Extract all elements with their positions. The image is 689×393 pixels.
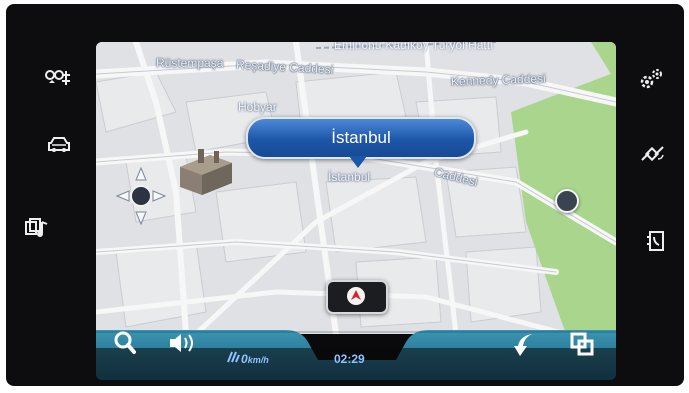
map-view[interactable]: Eminönü-Kadıköy Turyol Hattı Rüstempaşa … (96, 42, 616, 334)
phone-book-icon[interactable] (646, 230, 666, 252)
speed-value: 0 (241, 352, 248, 366)
satellite-icon[interactable] (640, 142, 666, 166)
media-music-icon[interactable] (24, 217, 50, 241)
compass-icon[interactable] (116, 167, 166, 225)
search-button[interactable] (114, 330, 136, 356)
search-icon (114, 331, 136, 354)
view-toggle-button[interactable] (570, 332, 594, 356)
current-position-marker (555, 189, 579, 213)
back-arrow-icon (514, 334, 532, 356)
clock: 02:29 (334, 352, 365, 366)
navigation-arrow-icon (347, 287, 365, 305)
gears-icon[interactable] (638, 68, 664, 92)
speed-unit: km/h (247, 355, 269, 365)
speaker-icon (170, 334, 193, 352)
speed-readout: 0km/h (241, 352, 269, 366)
volume-button[interactable] (168, 332, 198, 354)
poi-label-hobyar: Hobyar (238, 100, 277, 114)
back-button[interactable] (514, 332, 536, 358)
city-popup-tail (349, 156, 367, 168)
speed-indicator-icon (226, 350, 240, 364)
poi-label-istanbul: İstanbul (328, 170, 371, 184)
head-unit-bezel: Eminönü-Kadıköy Turyol Hattı Rüstempaşa … (6, 4, 684, 386)
city-popup[interactable]: İstanbul (246, 117, 476, 159)
recenter-button[interactable] (326, 280, 388, 314)
windows-icon (570, 332, 594, 356)
fan-settings-icon[interactable] (44, 68, 74, 90)
navigation-screen: Eminönü-Kadıköy Turyol Hattı Rüstempaşa … (96, 42, 616, 380)
street-label-rustempasa: Rüstempaşa (156, 56, 224, 70)
car-icon[interactable] (46, 135, 72, 155)
ferry-line-label: Eminönü-Kadıköy Turyol Hattı (334, 42, 494, 52)
bottom-toolbar: 0km/h 02:29 (96, 320, 616, 380)
